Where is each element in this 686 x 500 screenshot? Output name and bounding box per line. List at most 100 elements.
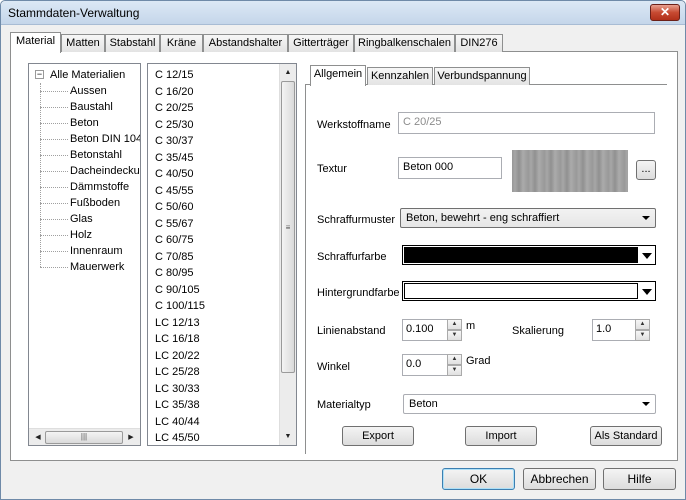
chevron-down-icon bbox=[642, 216, 650, 220]
help-button[interactable]: Hilfe bbox=[603, 468, 676, 490]
tree-item[interactable]: Glas bbox=[34, 211, 140, 227]
scroll-down-icon[interactable]: ▼ bbox=[281, 430, 295, 443]
browse-texture-button[interactable]: ... bbox=[636, 160, 656, 180]
spin-down-icon[interactable]: ▼ bbox=[447, 330, 462, 341]
material-list-item[interactable]: C 20/25 bbox=[155, 100, 205, 117]
material-list-item[interactable]: C 45/55 bbox=[155, 183, 205, 200]
material-list-item[interactable]: C 70/85 bbox=[155, 249, 205, 266]
spin-up-icon[interactable]: ▲ bbox=[447, 354, 462, 365]
scroll-left-icon[interactable]: ◀ bbox=[31, 431, 45, 444]
material-list-item[interactable]: C 12/15 bbox=[155, 67, 205, 84]
skalierung-spinner[interactable]: 1.0 ▲ ▼ bbox=[592, 319, 650, 341]
tree-item[interactable]: Baustahl bbox=[34, 99, 140, 115]
materialtyp-label: Materialtyp bbox=[317, 399, 371, 411]
dialog-window: Stammdaten-Verwaltung ✕ Material Matten … bbox=[0, 0, 686, 500]
als-standard-button[interactable]: Als Standard bbox=[590, 426, 662, 446]
schraffurfarbe-label: Schraffurfarbe bbox=[317, 251, 387, 263]
tab-stabstahl[interactable]: Stabstahl bbox=[105, 34, 160, 52]
material-list-item[interactable]: LC 16/18 bbox=[155, 331, 205, 348]
tab-gittertraeger[interactable]: Gitterträger bbox=[288, 34, 354, 52]
material-list-item[interactable]: C 40/50 bbox=[155, 166, 205, 183]
tree-item[interactable]: Holz bbox=[34, 227, 140, 243]
textur-field[interactable]: Beton 000 bbox=[398, 157, 502, 179]
schraffurmuster-dropdown[interactable]: Beton, bewehrt - eng schraffiert bbox=[400, 208, 656, 228]
material-list-item[interactable]: C 55/67 bbox=[155, 216, 205, 233]
material-list-item[interactable]: C 80/95 bbox=[155, 265, 205, 282]
winkel-input[interactable]: 0.0 bbox=[402, 354, 448, 376]
tree-item-label: Baustahl bbox=[70, 101, 113, 113]
hintergrundfarbe-picker[interactable] bbox=[402, 281, 656, 301]
material-list-item[interactable]: LC 40/44 bbox=[155, 414, 205, 431]
tab-verbundspannung[interactable]: Verbundspannung bbox=[434, 67, 530, 85]
spin-up-icon[interactable]: ▲ bbox=[447, 319, 462, 330]
tree-item-label: Innenraum bbox=[70, 245, 123, 257]
material-list-item[interactable]: LC 45/50 bbox=[155, 430, 205, 445]
collapse-icon[interactable]: − bbox=[35, 70, 44, 79]
winkel-spinner[interactable]: 0.0 ▲ ▼ bbox=[402, 354, 462, 376]
tree-item[interactable]: Dämmstoffe bbox=[34, 179, 140, 195]
tree-item[interactable]: Aussen bbox=[34, 83, 140, 99]
tree-item[interactable]: Fußboden bbox=[34, 195, 140, 211]
winkel-unit: Grad bbox=[466, 355, 491, 367]
tree-item[interactable]: Mauerwerk bbox=[34, 259, 140, 275]
export-button[interactable]: Export bbox=[342, 426, 414, 446]
chevron-down-icon bbox=[642, 289, 652, 295]
tab-kraene[interactable]: Kräne bbox=[160, 34, 203, 52]
tab-kennzahlen[interactable]: Kennzahlen bbox=[367, 67, 433, 85]
tree-horizontal-scrollbar[interactable]: ◀ ||| ▶ bbox=[29, 428, 140, 445]
cancel-button[interactable]: Abbrechen bbox=[523, 468, 596, 490]
material-list-item[interactable]: C 50/60 bbox=[155, 199, 205, 216]
material-list[interactable]: C 12/15 C 16/20 C 20/25 C 25/30 C 30/37 C 35/… bbox=[147, 63, 297, 446]
tab-matten[interactable]: Matten bbox=[61, 34, 105, 52]
linienabstand-spinner[interactable]: 0.100 ▲ ▼ bbox=[402, 319, 462, 341]
tree-item[interactable]: Innenraum bbox=[34, 243, 140, 259]
tree-item[interactable]: Betonstahl bbox=[34, 147, 140, 163]
winkel-label: Winkel bbox=[317, 361, 351, 373]
tab-abstandshalter[interactable]: Abstandshalter bbox=[203, 34, 288, 52]
material-list-item[interactable]: C 60/75 bbox=[155, 232, 205, 249]
materialtyp-dropdown[interactable]: Beton bbox=[403, 394, 656, 414]
import-button[interactable]: Import bbox=[465, 426, 537, 446]
material-list-item[interactable]: C 35/45 bbox=[155, 150, 205, 167]
scroll-thumb[interactable]: ||| bbox=[45, 431, 123, 444]
material-list-item[interactable]: C 30/37 bbox=[155, 133, 205, 150]
linienabstand-label: Linienabstand bbox=[317, 325, 386, 337]
scroll-thumb[interactable]: ≡ bbox=[281, 81, 295, 373]
close-button[interactable]: ✕ bbox=[650, 4, 680, 21]
material-list-item[interactable]: LC 35/38 bbox=[155, 397, 205, 414]
material-list-item[interactable]: LC 25/28 bbox=[155, 364, 205, 381]
schraffurfarbe-picker[interactable] bbox=[402, 245, 656, 265]
material-list-item[interactable]: C 90/105 bbox=[155, 282, 205, 299]
spin-down-icon[interactable]: ▼ bbox=[635, 330, 650, 341]
werkstoffname-field[interactable]: C 20/25 bbox=[398, 112, 655, 134]
color-swatch bbox=[404, 283, 638, 299]
scroll-up-icon[interactable]: ▲ bbox=[281, 66, 295, 79]
tab-din276[interactable]: DIN276 bbox=[455, 34, 503, 52]
tree-item[interactable]: Beton DIN 104 bbox=[34, 131, 140, 147]
material-list-item[interactable]: LC 12/13 bbox=[155, 315, 205, 332]
werkstoffname-label: Werkstoffname bbox=[317, 119, 391, 131]
linienabstand-input[interactable]: 0.100 bbox=[402, 319, 448, 341]
material-list-item[interactable]: C 16/20 bbox=[155, 84, 205, 101]
tree-item-label: Mauerwerk bbox=[70, 261, 125, 273]
spin-up-icon[interactable]: ▲ bbox=[635, 319, 650, 330]
material-list-scrollbar[interactable]: ▲ ≡ ▼ bbox=[279, 64, 296, 445]
tab-allgemein[interactable]: Allgemein bbox=[310, 65, 366, 86]
tree-item[interactable]: Beton bbox=[34, 115, 140, 131]
tab-ringbalkenschalen[interactable]: Ringbalkenschalen bbox=[354, 34, 455, 52]
category-tree[interactable]: − Alle Materialien Aussen Baustahl Beton… bbox=[28, 63, 141, 446]
scroll-right-icon[interactable]: ▶ bbox=[124, 431, 138, 444]
tree-item-root[interactable]: − Alle Materialien bbox=[34, 67, 140, 83]
color-swatch bbox=[404, 247, 638, 263]
tree-item[interactable]: Dacheindeckung bbox=[34, 163, 140, 179]
window-title: Stammdaten-Verwaltung bbox=[8, 6, 140, 20]
ok-button[interactable]: OK bbox=[442, 468, 515, 490]
skalierung-input[interactable]: 1.0 bbox=[592, 319, 636, 341]
material-list-item[interactable]: LC 20/22 bbox=[155, 348, 205, 365]
material-list-item[interactable]: C 25/30 bbox=[155, 117, 205, 134]
tree-item-label: Holz bbox=[70, 229, 93, 241]
spin-down-icon[interactable]: ▼ bbox=[447, 365, 462, 376]
material-list-item[interactable]: LC 30/33 bbox=[155, 381, 205, 398]
tab-material[interactable]: Material bbox=[10, 32, 61, 53]
material-list-item[interactable]: C 100/115 bbox=[155, 298, 205, 315]
